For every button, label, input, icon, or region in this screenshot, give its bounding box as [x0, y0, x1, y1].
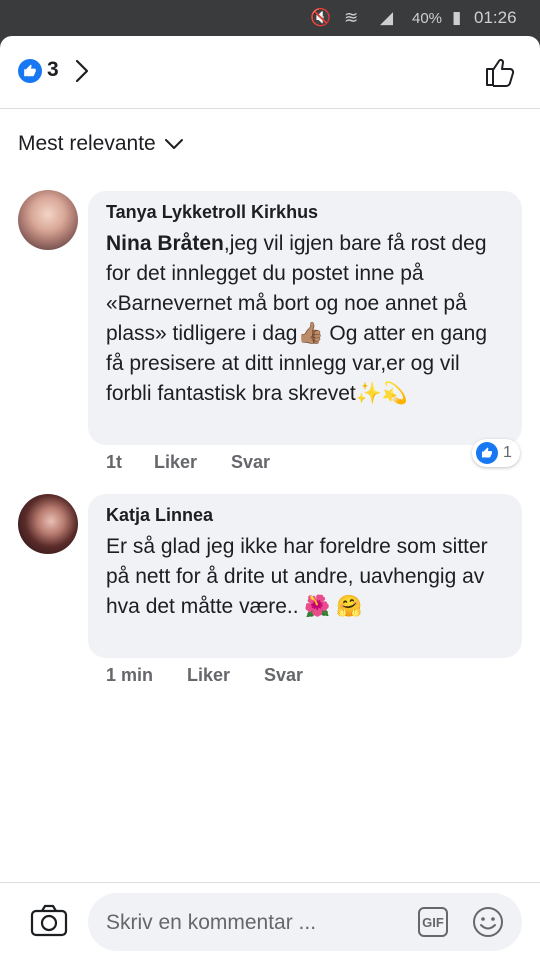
wifi-icon: ≋	[344, 8, 359, 27]
like-button[interactable]: Liker	[154, 452, 231, 473]
comment-author[interactable]: Katja Linnea	[106, 505, 213, 526]
mute-icon: 🔇	[310, 8, 332, 27]
thumbs-up-icon[interactable]	[484, 56, 516, 93]
battery-percent: 40%	[412, 10, 443, 27]
status-bar: 🔇 ≋ ◢ 40% ▮ 01:26	[0, 0, 540, 36]
comment-actions: 1 min Liker Svar	[106, 665, 303, 686]
reaction-count: 1	[503, 444, 512, 461]
mention-link[interactable]: Nina Bråten	[106, 232, 224, 255]
comment-body: ,jeg vil igjen bare få rost deg for det …	[106, 232, 488, 405]
comment-author[interactable]: Tanya Lykketroll Kirkhus	[106, 202, 318, 223]
battery-icon: ▮	[452, 8, 462, 27]
comment-bubble[interactable]: Tanya Lykketroll Kirkhus Nina Bråten,jeg…	[88, 191, 522, 445]
avatar[interactable]	[18, 190, 78, 250]
chevron-down-icon	[164, 132, 184, 156]
comment-input[interactable]: Skriv en kommentar ... GIF	[88, 893, 522, 951]
like-button[interactable]: Liker	[187, 665, 264, 686]
comment-bubble[interactable]: Katja Linnea Er så glad jeg ikke har for…	[88, 494, 522, 658]
reactions-header: 3	[0, 36, 540, 109]
sort-dropdown[interactable]: Mest relevante	[18, 132, 184, 156]
comment-text: Nina Bråten,jeg vil igjen bare få rost d…	[106, 229, 510, 409]
sort-label: Mest relevante	[18, 132, 156, 155]
like-count[interactable]: 3	[47, 58, 59, 82]
comment-actions: 1t Liker Svar	[106, 452, 270, 473]
comment-composer: Skriv en kommentar ... GIF	[0, 882, 540, 960]
emoji-icon[interactable]	[472, 906, 504, 943]
comment-time: 1t	[106, 452, 123, 472]
camera-icon[interactable]	[30, 903, 68, 944]
avatar[interactable]	[18, 494, 78, 554]
comment-text: Er så glad jeg ikke har foreldre som sit…	[106, 535, 488, 618]
comment-input-placeholder: Skriv en kommentar ...	[106, 911, 317, 934]
reaction-count-badge[interactable]: 1	[472, 439, 520, 467]
clock: 01:26	[474, 8, 517, 27]
reply-button[interactable]: Svar	[264, 665, 303, 686]
comments-sheet: 3 Mest relevante Tanya Lykketroll Kirkhu…	[0, 36, 540, 960]
gif-icon[interactable]: GIF	[418, 907, 448, 937]
like-reaction-icon[interactable]	[18, 59, 42, 83]
reply-button[interactable]: Svar	[231, 452, 270, 473]
signal-icon: ◢	[380, 8, 394, 27]
like-reaction-icon	[476, 442, 498, 464]
comment-time: 1 min	[106, 665, 154, 685]
chevron-right-icon[interactable]	[74, 58, 90, 89]
